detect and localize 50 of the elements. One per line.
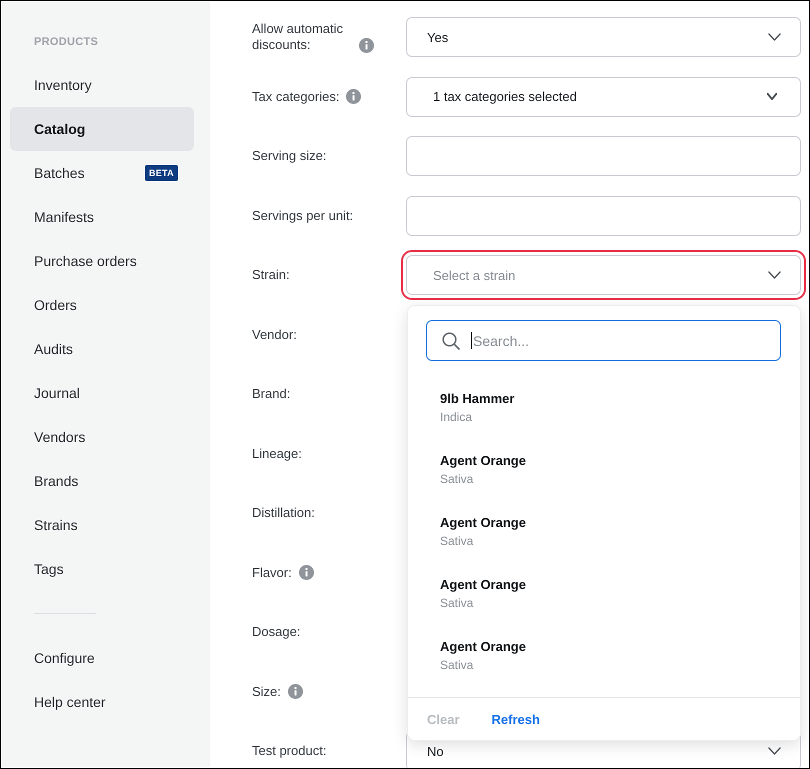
field-label: Brand: (252, 386, 290, 402)
chevron-down-icon (768, 271, 781, 279)
nav-item[interactable]: Strains (10, 503, 194, 547)
search-icon (442, 332, 460, 350)
text-field[interactable] (406, 136, 801, 176)
field-label: Vendor: (252, 326, 297, 342)
nav-item[interactable]: Manifests (10, 195, 194, 239)
chevron-down-icon (768, 33, 781, 41)
field-label: Size: (252, 684, 281, 700)
info-icon[interactable] (346, 89, 362, 104)
nav-item[interactable]: Vendors (10, 415, 194, 459)
nav-item[interactable]: Audits (10, 327, 194, 371)
field-label: Test product: (252, 743, 326, 759)
text-caret (471, 332, 472, 349)
field-label: Tax categories: (252, 88, 340, 104)
select-field[interactable]: Yes (406, 17, 801, 57)
text-field[interactable] (406, 196, 801, 236)
strain-option[interactable]: Agent Orange Sativa (408, 625, 800, 687)
nav-item[interactable]: Orders (10, 283, 194, 327)
field-label: Distillation: (252, 505, 315, 521)
nav-item[interactable]: Purchase orders (10, 239, 194, 283)
nav-item[interactable]: Batches BETA (10, 151, 194, 195)
field-label: Strain: (252, 267, 290, 283)
chevron-down-icon (767, 93, 777, 100)
strain-option[interactable]: Agent Orange Sativa (408, 501, 800, 563)
strain-option[interactable]: Agent Orange Sativa (408, 439, 800, 501)
label-badge: BETA (144, 165, 178, 181)
strain-option[interactable]: 9lb Hammer Indica (408, 377, 800, 439)
select-field[interactable]: 1 tax categories selected (406, 76, 801, 116)
field-label: Servings per unit: (252, 208, 354, 224)
field-label: Allow automatic discounts: (252, 21, 344, 53)
chevron-down-icon (768, 747, 781, 755)
nav-item[interactable]: Brands (10, 459, 194, 503)
field-label: Serving size: (252, 148, 326, 164)
refresh-button[interactable]: Refresh (492, 712, 540, 726)
nav-item[interactable]: Tags (10, 547, 194, 591)
info-icon[interactable] (298, 565, 314, 580)
info-icon[interactable] (359, 38, 374, 52)
info-icon[interactable] (288, 684, 303, 699)
search-field[interactable]: Search... (426, 320, 781, 361)
field-label: Dosage: (252, 624, 300, 640)
nav-item[interactable]: Inventory (10, 63, 194, 107)
field-label: Lineage: (252, 446, 302, 462)
nav-item[interactable]: Help center (10, 680, 194, 724)
strain-option[interactable]: Agent Orange Sativa (408, 563, 800, 625)
section-heading: PRODUCTS (34, 35, 98, 49)
nav-item[interactable]: Journal (10, 371, 194, 415)
nav-item[interactable]: Configure (10, 636, 194, 680)
nav-item[interactable]: Catalog (10, 107, 194, 151)
field-label: Flavor: (252, 564, 292, 580)
